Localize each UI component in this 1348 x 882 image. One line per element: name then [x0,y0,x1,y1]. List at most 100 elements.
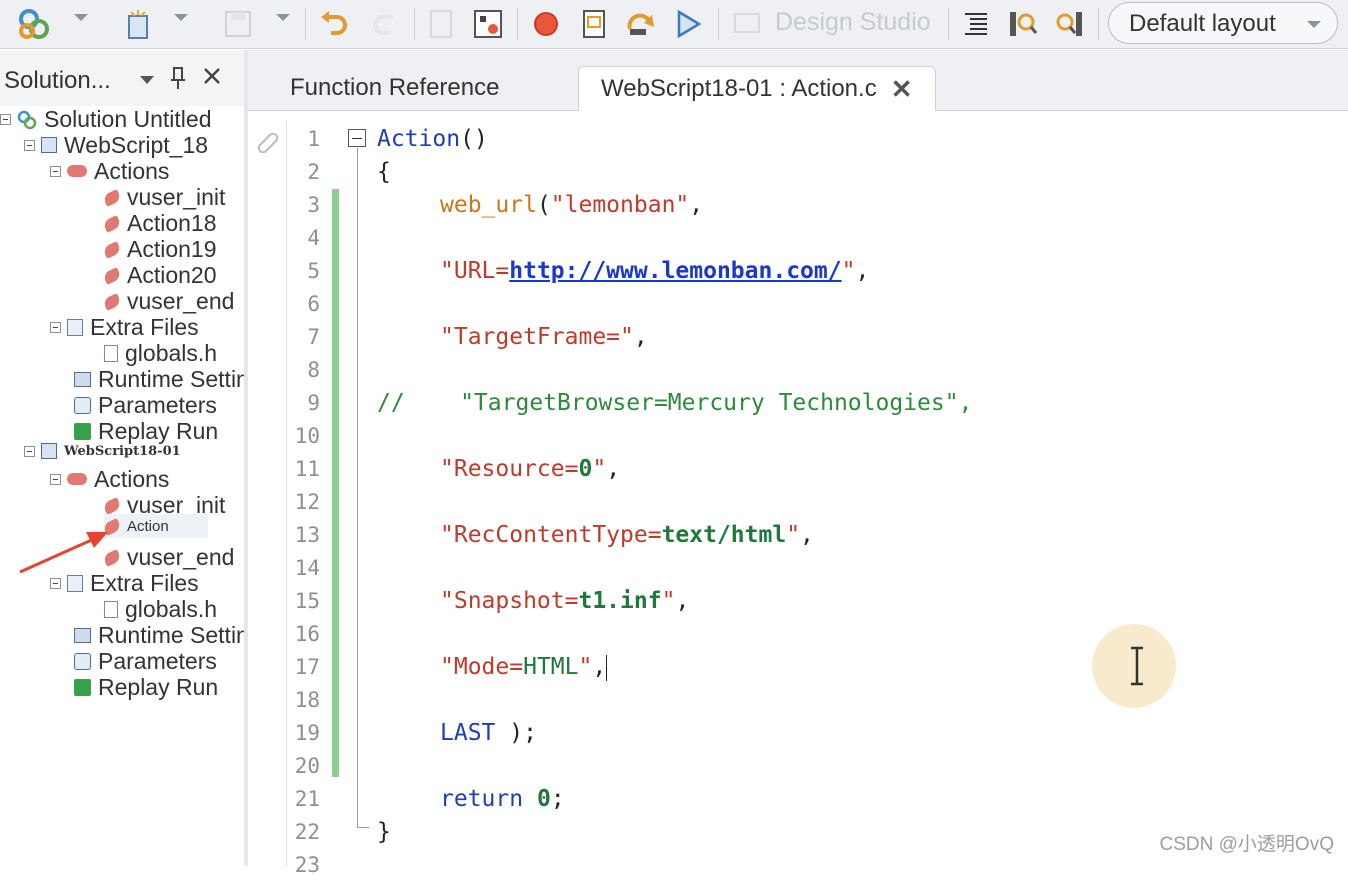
tree-item-action[interactable]: vuser_end [102,288,234,314]
chevron-down-icon [1307,21,1321,28]
collapse-icon[interactable] [50,165,61,177]
tree-item-actions[interactable]: Actions [50,466,169,492]
solution-explorer-header: Solution... [0,50,244,106]
solution-icon[interactable] [14,6,54,42]
tree-item-action[interactable]: vuser_end [102,544,234,570]
line-number: 19 [294,721,320,745]
code-editor[interactable]: 1 2 3 4 5 6 7 8 9 10 11 12 13 14 15 16 17 18 19 20 21 22 23 Ac… [248,111,1348,877]
line-number: 9 [307,391,320,415]
collapse-icon[interactable] [0,113,11,125]
tree-item-label: Action20 [127,261,217,288]
run-icon[interactable] [670,6,706,42]
tree-item-file[interactable]: globals.h [104,340,217,366]
compile-icon[interactable] [424,6,458,42]
line-number: 21 [294,787,320,811]
ibeam-cursor-icon [1131,646,1143,686]
line-number: 16 [294,622,320,646]
tree-item-action[interactable]: Action20 [102,261,217,288]
code-line-7: "TargetFrame=", [440,324,648,350]
tree-item-label: Action19 [127,235,217,262]
tree-item-label: Actions [94,157,170,184]
collapse-icon[interactable] [24,445,35,457]
replay-step-icon[interactable] [622,6,662,42]
redo-icon[interactable] [365,6,405,42]
new-script-icon[interactable] [118,6,158,42]
file-icon [104,600,118,618]
solution-explorer: Solution... Solution Untitled WebScript_… [0,50,245,866]
changed-lines-marker [332,189,339,777]
tree-item-parameters[interactable]: Parameters [74,392,217,418]
close-icon[interactable]: ✕ [891,74,913,105]
tab-action-c[interactable]: WebScript18-01 : Action.c ✕ [578,66,936,111]
file-icon [104,344,118,362]
line-number: 12 [294,490,320,514]
tree-item-label: globals.h [125,595,218,622]
tree-item-label: vuser_init [127,183,226,210]
replay-run-icon [74,678,91,696]
parameters-icon [74,396,91,414]
save-dropdown-arrow[interactable] [276,14,290,21]
layout-select[interactable]: Default layout [1108,2,1338,44]
layout-select-value: Default layout [1129,10,1276,37]
tree-item-extra-files[interactable]: Extra Files [50,314,199,340]
bookmark-icon[interactable] [252,125,280,158]
collapse-icon[interactable] [50,577,61,589]
tree-item-replay-run[interactable]: Replay Run [74,674,218,700]
tree-item-label: WebScript18-01 [64,443,181,459]
design-studio-button[interactable]: Design Studio [775,8,931,37]
tree-item-runtime-settings[interactable]: Runtime Settings [74,365,244,392]
run-settings-icon[interactable] [470,6,506,42]
files-icon [67,318,83,336]
tree-item-solution[interactable]: Solution Untitled [0,106,212,132]
line-number: 14 [294,556,320,580]
collapse-icon[interactable] [24,139,35,151]
undo-icon[interactable] [315,6,355,42]
tree-item-action[interactable]: vuser_init [102,183,226,210]
tree-item-script[interactable]: WebScript_18 [24,132,208,158]
pin-icon[interactable] [170,66,186,95]
tree-item-action-selected[interactable]: Action [102,514,208,538]
tree-item-label: Solution Untitled [44,105,212,132]
tree-item-label: Runtime Settings [98,365,244,392]
close-icon[interactable] [202,66,222,91]
code-line-11: "Resource=0", [440,456,621,482]
tab-function-reference[interactable]: Function Reference [290,66,499,110]
tree-item-label: Extra Files [90,313,199,340]
tree-item-script[interactable]: WebScript18-01 [24,438,181,464]
solution-explorer-title: Solution... [4,67,111,94]
solution-dropdown-arrow[interactable] [74,14,88,21]
find-next-icon[interactable] [1050,6,1088,42]
line-number: 22 [294,820,320,844]
tree-item-label: Action18 [127,209,217,236]
tree-item-action[interactable]: Action18 [102,209,217,236]
code-line-9: // "TargetBrowser=Mercury Technologies", [377,390,973,416]
script-view-icon[interactable] [576,6,612,42]
action-icon [102,267,122,285]
align-icon[interactable] [958,6,994,42]
design-studio-icon[interactable] [728,6,766,42]
action-icon [102,241,122,259]
action-icon [102,293,122,311]
tree-item-parameters[interactable]: Parameters [74,648,217,674]
url-link: http://www.lemonban.com/ [509,258,842,284]
editor-tab-bar: Function Reference WebScript18-01 : Acti… [248,50,1348,111]
save-icon[interactable] [218,6,258,42]
new-dropdown-arrow[interactable] [174,14,188,21]
collapse-icon[interactable] [50,473,61,485]
find-icon[interactable] [1004,6,1042,42]
tree-item-runtime-settings[interactable]: Runtime Settings [74,621,244,648]
tree-item-label: Runtime Settings [98,621,244,648]
line-number: 13 [294,523,320,547]
record-icon[interactable] [528,6,564,42]
line-number: 7 [307,325,320,349]
fold-toggle-icon[interactable] [348,129,366,147]
panel-menu-icon[interactable] [140,76,154,84]
tree-item-file[interactable]: globals.h [104,596,217,622]
tree-item-extra-files[interactable]: Extra Files [50,570,199,596]
main-toolbar: Design Studio Default layout [0,0,1348,49]
collapse-icon[interactable] [50,321,61,333]
action-icon [102,518,122,536]
fold-guide [357,148,358,828]
tree-item-action[interactable]: Action19 [102,235,217,262]
tree-item-actions[interactable]: Actions [50,158,169,184]
